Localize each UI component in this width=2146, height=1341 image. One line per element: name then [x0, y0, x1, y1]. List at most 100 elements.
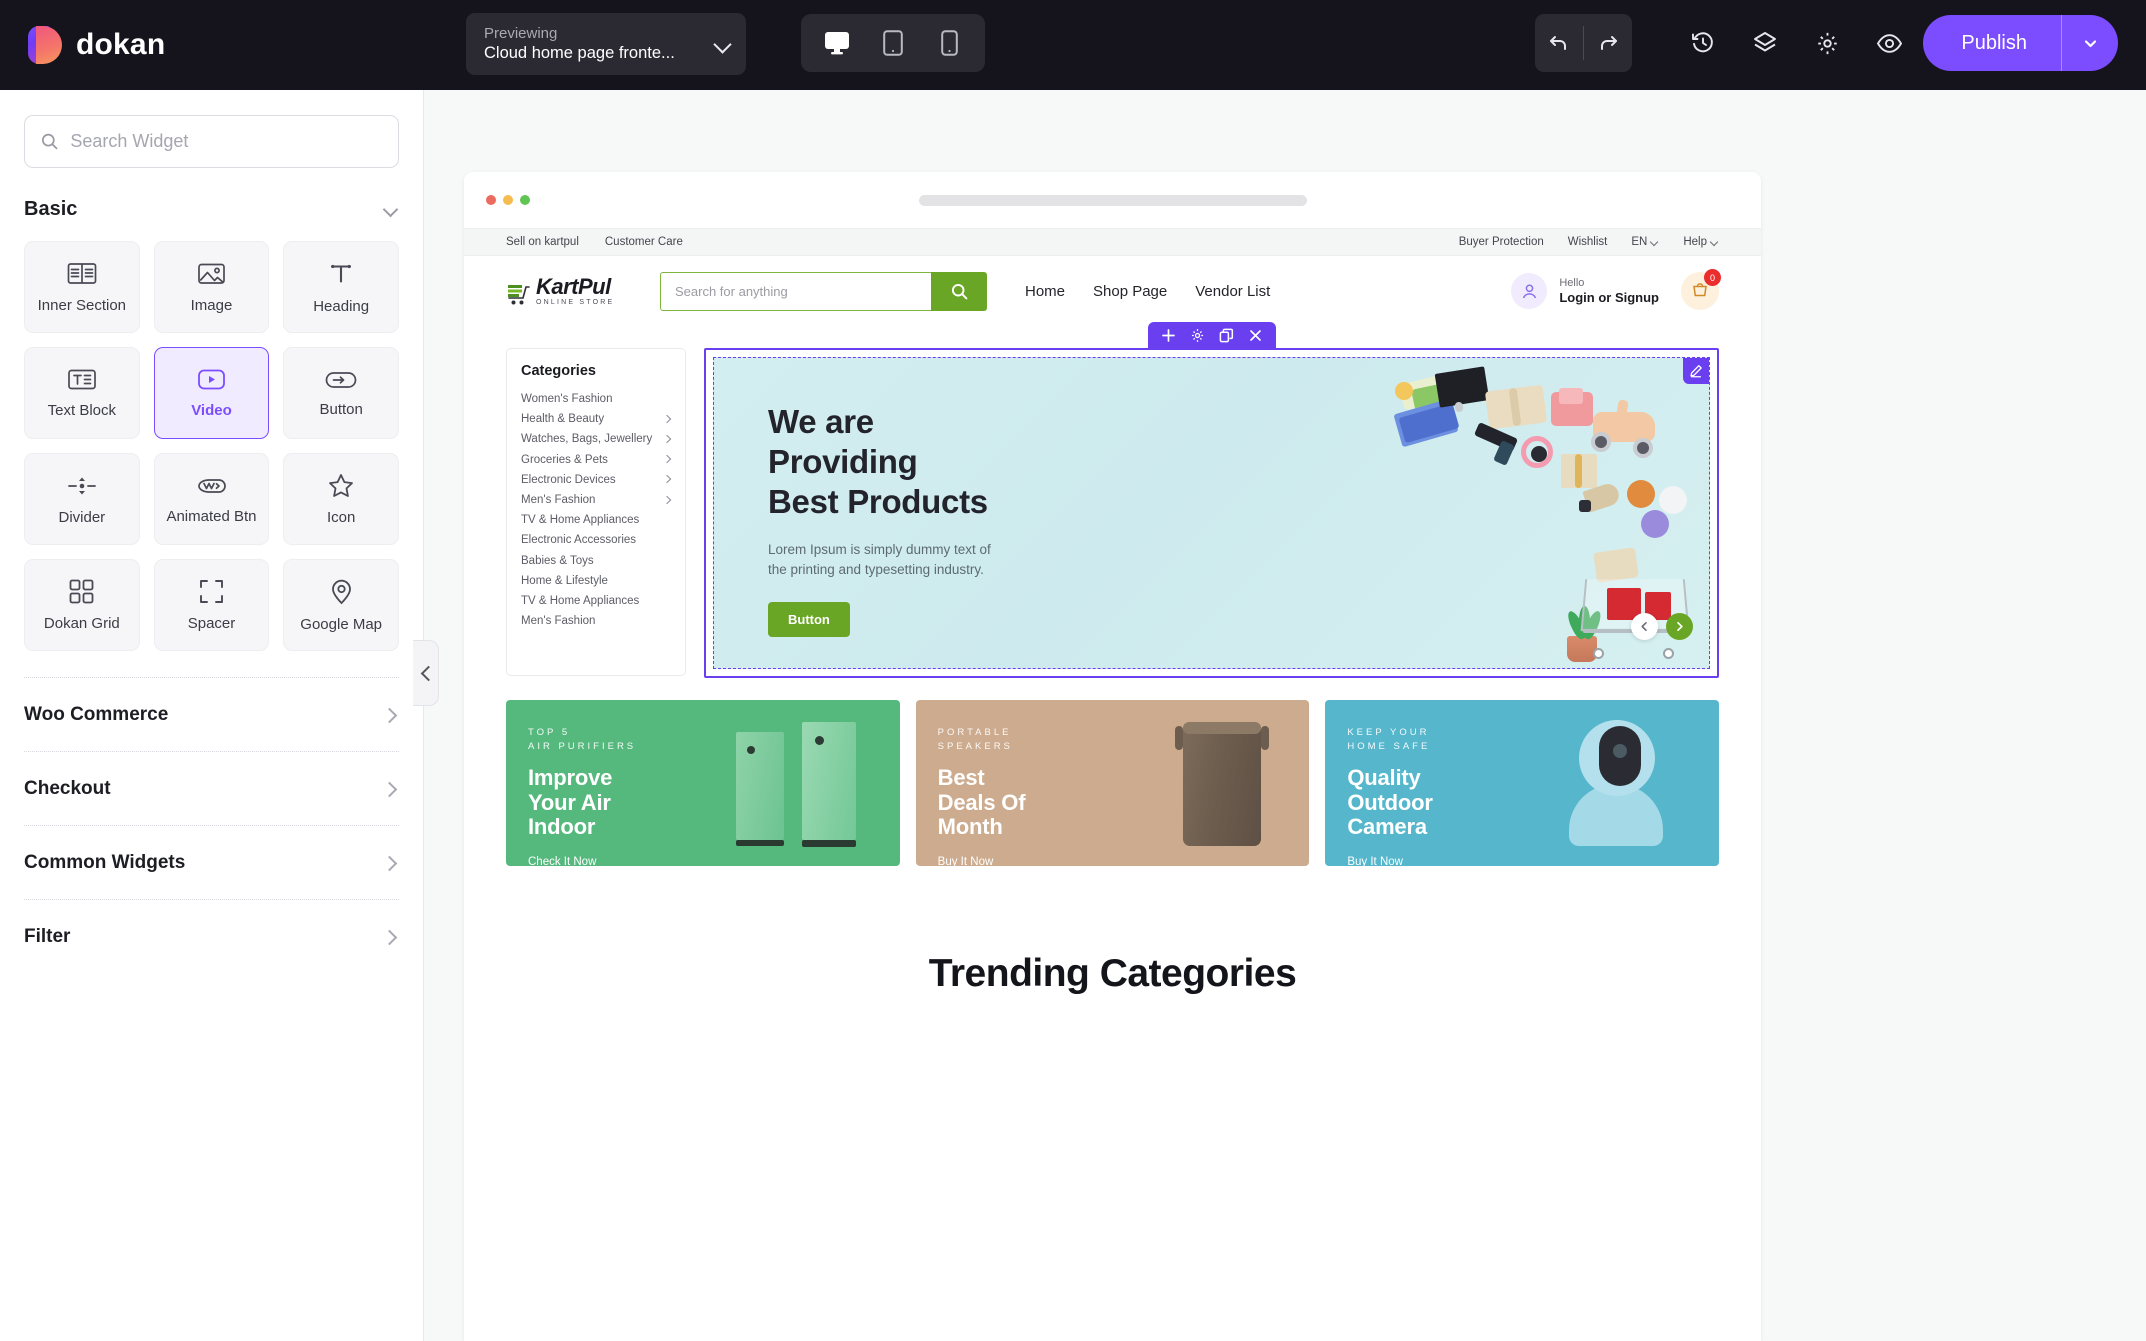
preview-button[interactable] — [1858, 14, 1920, 72]
carousel-prev-button[interactable] — [1631, 613, 1658, 640]
basic-section-header[interactable]: Basic — [24, 198, 399, 221]
widget-divider[interactable]: Divider — [24, 453, 140, 545]
widget-video[interactable]: Video — [153, 347, 270, 439]
cart-wheel — [1663, 648, 1674, 659]
category-item[interactable]: Babies & Toys — [521, 551, 671, 571]
chevron-right-icon — [664, 476, 671, 483]
close-dot — [486, 195, 496, 205]
promo-cta[interactable]: Buy It Now — [1347, 856, 1403, 867]
widget-icon[interactable]: Icon — [283, 453, 399, 545]
categories-title: Categories — [521, 363, 596, 379]
purple-ball — [1641, 510, 1669, 538]
previewing-page-selector[interactable]: Previewing Cloud home page fronte... — [466, 13, 746, 75]
search-input[interactable] — [70, 131, 382, 152]
add-element-button[interactable] — [1161, 328, 1176, 343]
widget-text-block[interactable]: Text Block — [24, 347, 140, 439]
utility-customer-care[interactable]: Customer Care — [605, 236, 683, 248]
publish-button[interactable]: Publish — [1923, 15, 2061, 71]
edit-element-button[interactable] — [1683, 358, 1709, 384]
pencil-icon — [1690, 365, 1702, 378]
category-item[interactable]: Electronic Accessories — [521, 530, 671, 550]
history-button[interactable] — [1672, 14, 1734, 72]
utility-sell-on-kartpul[interactable]: Sell on kartpul — [506, 236, 579, 248]
hero-banner[interactable]: We are Providing Best Products Lorem Ips… — [713, 357, 1710, 669]
nav-shop-page[interactable]: Shop Page — [1093, 283, 1167, 300]
avatar[interactable] — [1511, 273, 1548, 309]
maximize-dot — [520, 195, 530, 205]
chevron-down-icon — [383, 202, 399, 218]
category-item[interactable]: Electronic Devices — [521, 470, 671, 490]
chevron-right-icon — [1677, 621, 1683, 632]
site-search-button[interactable] — [931, 271, 987, 311]
element-settings-button[interactable] — [1190, 328, 1205, 343]
carousel-next-button[interactable] — [1666, 613, 1693, 640]
sidebar-group-woo-commerce[interactable]: Woo Commerce — [24, 678, 399, 751]
utility-wishlist[interactable]: Wishlist — [1568, 236, 1608, 248]
widget-google-map[interactable]: Google Map — [283, 559, 399, 651]
redo-button[interactable] — [1584, 14, 1632, 72]
promo-title-line2: Outdoor — [1347, 789, 1433, 815]
chevron-right-icon — [383, 855, 399, 871]
hero-heading-line2: Providing — [768, 443, 918, 480]
promo-cta[interactable]: Buy It Now — [938, 856, 994, 867]
button-icon — [325, 371, 357, 388]
widget-image[interactable]: Image — [153, 241, 270, 333]
promo-cta[interactable]: Check It Now — [528, 856, 596, 867]
sidebar-group-common-widgets[interactable]: Common Widgets — [24, 826, 399, 899]
hero-selection-frame[interactable]: We are Providing Best Products Lorem Ips… — [704, 348, 1719, 678]
sidebar-group-filter[interactable]: Filter — [24, 900, 399, 973]
tablet-view-button[interactable] — [867, 21, 919, 65]
category-item[interactable]: TV & Home Appliances — [521, 591, 671, 611]
mobile-view-button[interactable] — [923, 21, 975, 65]
desktop-view-button[interactable] — [811, 21, 863, 65]
widget-heading[interactable]: Heading — [283, 241, 399, 333]
category-item[interactable]: Watches, Bags, Jewellery — [521, 429, 671, 449]
spacer-icon — [200, 580, 223, 603]
star-icon — [329, 474, 354, 497]
animated-btn-icon — [198, 478, 226, 493]
publish-dropdown-button[interactable] — [2062, 15, 2118, 71]
hero-cta-button[interactable]: Button — [768, 602, 850, 637]
widget-animated-btn[interactable]: Animated Btn — [153, 453, 270, 545]
category-item[interactable]: Men's Fashion — [521, 490, 671, 510]
widget-button[interactable]: Button — [283, 347, 399, 439]
nav-vendor-list[interactable]: Vendor List — [1195, 283, 1270, 300]
purifier-sensor — [814, 736, 824, 745]
category-item[interactable]: Women's Fashion — [521, 389, 671, 409]
monitor — [1434, 366, 1490, 408]
sidebar-group-checkout[interactable]: Checkout — [24, 752, 399, 825]
kartpul-logo[interactable]: KartPul ONLINE STORE — [506, 276, 634, 306]
sidebar-collapse-button[interactable] — [413, 640, 439, 706]
hero-paragraph-line1: Lorem Ipsum is simply dummy text of — [768, 542, 991, 557]
widget-inner-section[interactable]: Inner Section — [24, 241, 140, 333]
widget-search-box[interactable] — [24, 115, 399, 168]
nav-home[interactable]: Home — [1025, 283, 1065, 300]
category-item[interactable]: Men's Fashion — [521, 611, 671, 631]
promo-kicker: HOME SAFE — [1347, 741, 1431, 752]
login-signup-link[interactable]: Login or Signup — [1559, 290, 1659, 306]
category-item[interactable]: Groceries & Pets — [521, 450, 671, 470]
widget-label: Video — [191, 402, 232, 419]
category-item[interactable]: Home & Lifestyle — [521, 571, 671, 591]
site-search-input[interactable] — [660, 271, 931, 311]
settings-button[interactable] — [1796, 14, 1858, 72]
layers-button[interactable] — [1734, 14, 1796, 72]
promo-card-outdoor-camera[interactable]: KEEP YOUR HOME SAFE Quality Outdoor Came… — [1325, 700, 1720, 867]
promo-card-air-purifiers[interactable]: TOP 5 AIR PURIFIERS Improve Your Air Ind… — [506, 700, 900, 866]
image-icon — [198, 263, 225, 284]
utility-help[interactable]: Help — [1683, 236, 1719, 248]
widget-dokan-grid[interactable]: Dokan Grid — [24, 559, 140, 651]
undo-button[interactable] — [1535, 14, 1583, 72]
chevron-right-icon — [383, 929, 399, 945]
category-item[interactable]: Health & Beauty — [521, 409, 671, 429]
cart-button[interactable]: 0 — [1681, 269, 1721, 310]
widget-spacer[interactable]: Spacer — [153, 559, 270, 651]
category-item[interactable]: TV & Home Appliances — [521, 510, 671, 530]
cart-icon — [1693, 283, 1707, 297]
publish-label: Publish — [1961, 31, 2027, 54]
utility-language[interactable]: EN — [1631, 236, 1659, 248]
delete-element-button[interactable] — [1248, 328, 1263, 343]
promo-card-portable-speakers[interactable]: PORTABLE SPEAKERS Best Deals Of Month Bu… — [915, 700, 1310, 867]
duplicate-element-button[interactable] — [1219, 328, 1234, 343]
utility-buyer-protection[interactable]: Buyer Protection — [1459, 236, 1544, 248]
